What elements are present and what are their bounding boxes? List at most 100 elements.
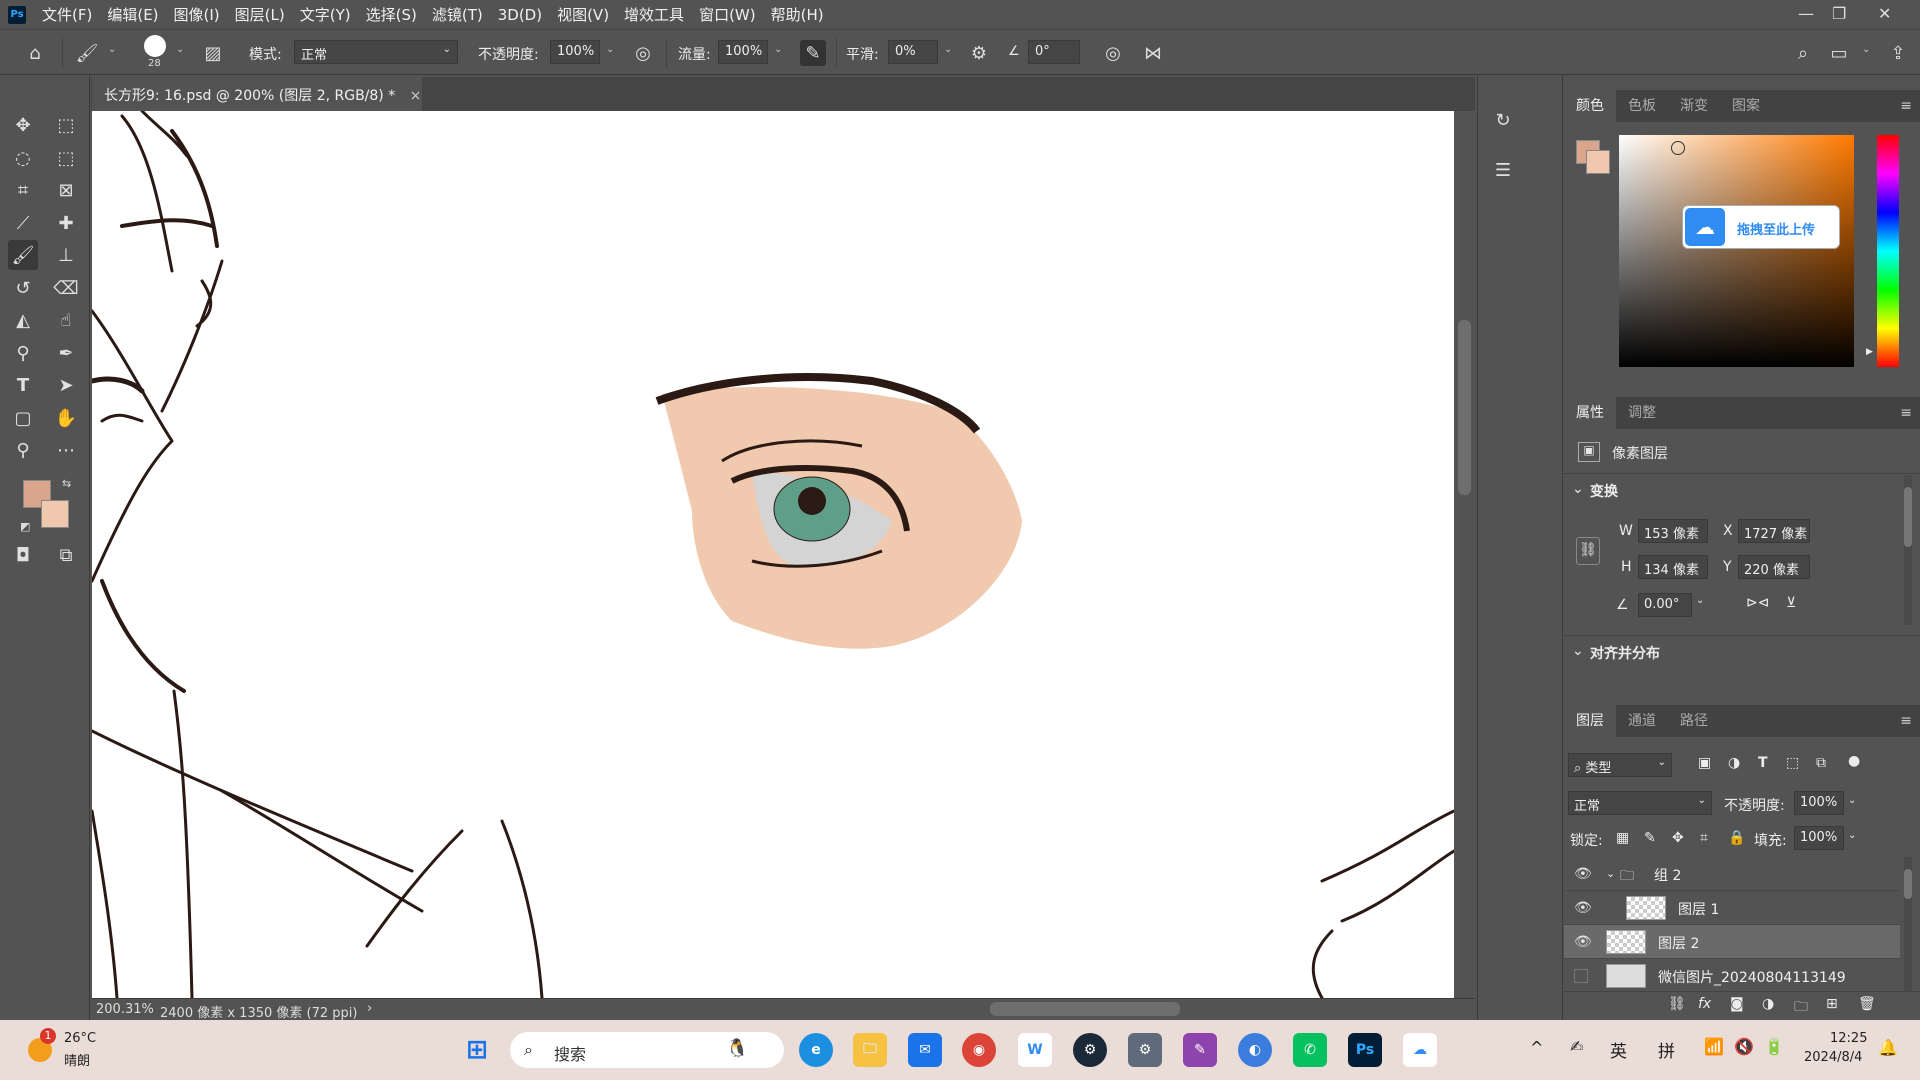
filter-shape-icon[interactable]: ⬚ <box>1786 755 1799 771</box>
width-input[interactable]: 153 像素 <box>1638 519 1708 543</box>
history-panel-icon[interactable]: ↻ <box>1488 105 1518 135</box>
add-mask-icon[interactable]: ◙ <box>1730 996 1744 1012</box>
menu-3d[interactable]: 3D(D) <box>498 6 542 24</box>
file-explorer-icon[interactable]: 🗀 <box>853 1033 887 1067</box>
photoshop-taskbar-icon[interactable]: Ps <box>1348 1033 1382 1067</box>
move-tool-icon[interactable]: ✥ <box>8 110 38 140</box>
clock-date[interactable]: 2024/8/4 <box>1804 1050 1862 1065</box>
rectangle-tool-icon[interactable]: ▢ <box>8 403 38 433</box>
tab-gradients[interactable]: 渐变 <box>1668 90 1720 122</box>
chevron-down-icon[interactable]: ⌄ <box>944 44 952 55</box>
color-field[interactable] <box>1619 135 1854 367</box>
search-icon[interactable]: ⌕ <box>1790 40 1816 66</box>
color-panel-background-swatch[interactable] <box>1586 150 1610 174</box>
drawing-app-icon[interactable]: ✎ <box>1183 1033 1217 1067</box>
screen-mode-icon[interactable]: ⧉ <box>51 540 81 570</box>
brush-tool-icon[interactable]: 🖌 <box>74 40 100 66</box>
hue-slider-handle-icon[interactable]: ▶ <box>1866 347 1873 357</box>
path-select-tool-icon[interactable]: ➤ <box>51 370 81 400</box>
close-tab-icon[interactable]: × <box>410 88 422 104</box>
crop-tool-icon[interactable]: ⌗ <box>8 175 38 205</box>
share-icon[interactable]: ⇪ <box>1885 40 1911 66</box>
menu-type[interactable]: 文字(Y) <box>300 4 351 25</box>
blend-mode-select[interactable]: 正常 ⌄ <box>1568 791 1712 815</box>
fill-input[interactable]: 100% <box>1794 826 1844 850</box>
layer-filter-select[interactable]: ⌕ 类型 ⌄ <box>1568 753 1672 777</box>
home-icon[interactable]: ⌂ <box>22 40 48 66</box>
zoom-level[interactable]: 200.31% <box>96 1002 154 1017</box>
chevron-down-icon[interactable]: ⌄ <box>1696 595 1704 606</box>
tab-patterns[interactable]: 图案 <box>1720 90 1772 122</box>
layers-scrollbar[interactable] <box>1904 857 1912 997</box>
lock-pixels-icon[interactable]: ✎ <box>1644 830 1656 846</box>
panel-menu-icon[interactable]: ≡ <box>1900 713 1912 729</box>
tab-color[interactable]: 颜色 <box>1564 90 1616 122</box>
adjustments-panel-icon[interactable]: ☰ <box>1488 155 1518 185</box>
tab-swatches[interactable]: 色板 <box>1616 90 1668 122</box>
windows-start-icon[interactable]: ⊞ <box>460 1033 494 1067</box>
filter-adjustment-icon[interactable]: ◑ <box>1728 755 1740 771</box>
default-colors-icon[interactable]: ◩ <box>20 520 30 533</box>
more-tools-icon[interactable]: ⋯ <box>51 435 81 465</box>
marquee-tool-icon[interactable]: ⬚ <box>51 110 81 140</box>
height-input[interactable]: 134 像素 <box>1638 555 1708 579</box>
edge-browser-icon[interactable]: e <box>799 1033 833 1067</box>
tab-paths[interactable]: 路径 <box>1668 705 1720 737</box>
healing-tool-icon[interactable]: ✚ <box>51 208 81 238</box>
hue-slider[interactable] <box>1877 135 1899 367</box>
link-layers-icon[interactable]: ⛓ <box>1668 996 1686 1012</box>
flow-input[interactable]: 100% <box>718 40 768 64</box>
delete-layer-icon[interactable]: 🗑 <box>1858 996 1876 1012</box>
chevron-up-icon[interactable]: ^ <box>1530 1038 1543 1057</box>
horizontal-scroll-thumb[interactable] <box>990 1002 1180 1016</box>
color-picker-marker[interactable] <box>1671 141 1685 155</box>
document-tab[interactable]: 长方形9: 16.psd @ 200% (图层 2, RGB/8) * × <box>92 77 422 111</box>
x-input[interactable]: 1727 像素 <box>1738 519 1810 543</box>
lock-position-icon[interactable]: ✥ <box>1672 830 1684 846</box>
stamp-tool-icon[interactable]: ⊥ <box>51 240 81 270</box>
object-select-tool-icon[interactable]: ⬚ <box>51 143 81 173</box>
pen-icon[interactable]: ✍ <box>1570 1037 1583 1056</box>
weather-condition[interactable]: 晴朗 <box>64 1050 90 1069</box>
pressure-size-icon[interactable]: ◎ <box>1100 40 1126 66</box>
visibility-eye-icon[interactable]: 👁 <box>1574 866 1592 882</box>
properties-scroll-thumb[interactable] <box>1904 487 1912 547</box>
wps-office-icon[interactable]: W <box>1018 1033 1052 1067</box>
history-brush-tool-icon[interactable]: ↺ <box>8 273 38 303</box>
upload-drop-target[interactable]: ☁ 拖拽至此上传 <box>1682 205 1840 249</box>
tab-channels[interactable]: 通道 <box>1616 705 1668 737</box>
chevron-down-icon[interactable]: ⌄ <box>606 44 614 55</box>
symmetry-icon[interactable]: ⋈ <box>1140 40 1166 66</box>
pen-tool-icon[interactable]: ✒ <box>51 338 81 368</box>
visibility-eye-icon[interactable]: 👁 <box>1574 934 1592 950</box>
type-tool-icon[interactable]: T <box>8 370 38 400</box>
menu-file[interactable]: 文件(F) <box>42 4 92 25</box>
ime-mode[interactable]: 拼 <box>1658 1037 1675 1062</box>
chevron-down-icon[interactable]: ⌄ <box>1848 830 1856 841</box>
tab-adjustments[interactable]: 调整 <box>1616 397 1668 429</box>
hand-tool-icon[interactable]: ✋ <box>51 403 81 433</box>
airbrush-icon[interactable]: ✎ <box>800 40 826 66</box>
tab-layers[interactable]: 图层 <box>1564 705 1616 737</box>
minimize-icon[interactable]: — <box>1798 4 1814 23</box>
flip-vertical-icon[interactable]: ⊻ <box>1786 595 1796 611</box>
gear-icon[interactable]: ⚙ <box>966 40 992 66</box>
taskbar-search-box[interactable]: ⌕ 搜索 🐧 <box>510 1032 784 1068</box>
chevron-right-icon[interactable]: › <box>367 1001 372 1016</box>
background-color-swatch[interactable] <box>41 500 69 528</box>
visibility-eye-icon[interactable]: 👁 <box>1574 900 1592 916</box>
vertical-scroll-thumb[interactable] <box>1458 320 1471 495</box>
eyedropper-tool-icon[interactable]: ⟋ <box>8 208 38 238</box>
smudge-tool-icon[interactable]: ☝ <box>51 305 81 335</box>
browser-app-icon[interactable]: ◐ <box>1238 1033 1272 1067</box>
layers-scroll-thumb[interactable] <box>1904 869 1912 899</box>
filter-type-icon[interactable]: T <box>1758 755 1768 771</box>
paint-bucket-tool-icon[interactable]: ◭ <box>8 305 38 335</box>
new-adjustment-icon[interactable]: ◑ <box>1762 996 1774 1012</box>
filter-smart-object-icon[interactable]: ⧉ <box>1816 755 1826 771</box>
chevron-down-icon[interactable]: ⌄ <box>108 44 116 55</box>
wechat-icon[interactable]: ✆ <box>1293 1033 1327 1067</box>
eraser-tool-icon[interactable]: ⌫ <box>51 273 81 303</box>
brush-tool-icon[interactable]: 🖌 <box>8 240 38 270</box>
layer-effects-icon[interactable]: fx <box>1698 996 1711 1012</box>
